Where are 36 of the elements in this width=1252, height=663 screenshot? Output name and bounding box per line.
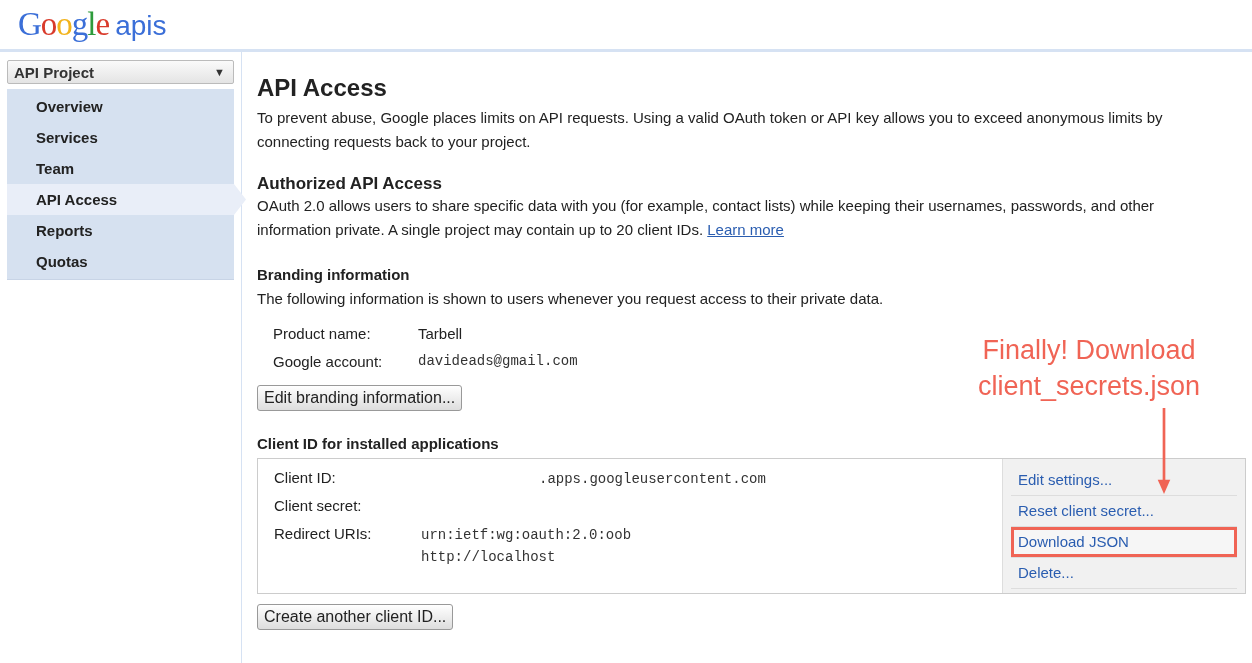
sidebar-item[interactable]: Reports [7, 215, 234, 246]
field-label: Google account: [273, 352, 384, 370]
sidebar-item[interactable]: Quotas [7, 246, 234, 277]
section-heading: Authorized API Access [257, 174, 443, 194]
field-label: Product name: [273, 324, 372, 342]
section-heading: Branding information [257, 266, 411, 283]
annotation-text: Finally! Download [982, 334, 1196, 367]
field-label: Redirect URIs: [274, 525, 373, 544]
field-value: .apps.googleusercontent.com [539, 470, 766, 489]
field-value: davideads@gmail.com [418, 353, 578, 369]
google-logo: Google [18, 6, 110, 43]
branding-description: The following information is shown to users whenever you request access to their private data. [257, 289, 885, 309]
field-value: urn:ietf:wg:oauth:2.0:oob [421, 526, 632, 545]
section-heading: Client ID for installed applications [257, 435, 500, 452]
sidebar-item[interactable]: API Access [7, 184, 246, 215]
sidebar-item[interactable]: Team [7, 153, 234, 184]
annotation-text: client_secrets.json [977, 370, 1201, 403]
field-value: Tarbell [418, 324, 463, 342]
sidebar-item[interactable]: Services [7, 122, 234, 153]
action-link[interactable]: Reset client secret... [1011, 496, 1237, 526]
field-label: Client secret: [274, 497, 363, 516]
intro-text: To prevent abuse, Google places limits on API requests. Using a valid OAuth token or API key allows you to exceed anonymous limits by connecting requests back to your project. [257, 108, 1164, 152]
project-dropdown[interactable]: API Project ▼ [7, 60, 234, 84]
page-title: API Access [257, 74, 388, 102]
field-label: Client ID: [274, 469, 337, 488]
oauth-description: OAuth 2.0 allows users to share specific data with you (for example, contact lists) while keeping their usernames, passwords, and other information private. A single project may contain up to 20 client IDs. Learn more [257, 196, 1156, 240]
action-link[interactable]: Download JSON [1011, 527, 1237, 557]
product-name: apis [115, 9, 167, 42]
learn-more-link[interactable]: Learn more [707, 221, 784, 238]
edit-branding-button[interactable]: Edit branding information... [257, 385, 463, 411]
create-client-button[interactable]: Create another client ID... [257, 604, 454, 630]
action-link[interactable]: Delete... [1011, 558, 1237, 588]
arrow-icon [1156, 408, 1172, 494]
action-link[interactable]: Edit settings... [1011, 465, 1237, 495]
sidebar-item[interactable]: Overview [7, 91, 234, 122]
field-value: http://localhost [421, 548, 557, 567]
